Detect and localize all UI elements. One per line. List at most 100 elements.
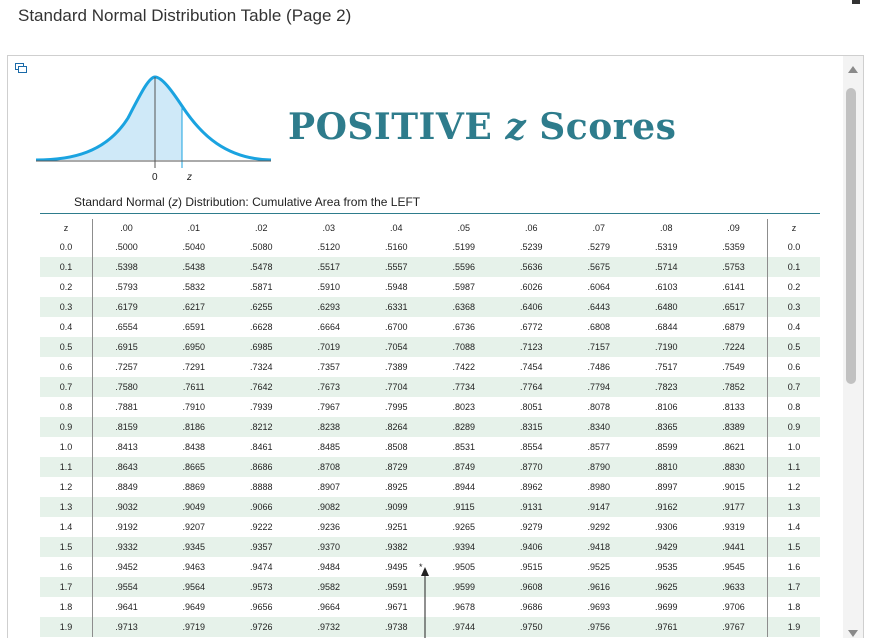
table-cell: .5040 (182, 242, 206, 252)
table-cell: .5517 (295, 257, 363, 277)
vertical-scrollbar[interactable] (843, 56, 863, 638)
table-cell: .7611 (160, 377, 228, 397)
table-cell: .7123 (497, 337, 565, 357)
table-cell: .8888 (249, 482, 273, 492)
subtitle-pre: Standard Normal ( (74, 195, 173, 209)
table-cell: .5910 (317, 282, 341, 292)
column-header: .08 (659, 223, 673, 233)
table-row: 1.5.9332.9345.9357.9370.9382.9394.9406.9… (40, 537, 820, 557)
table-cell: .8186 (160, 417, 228, 437)
curve-label-zero: 0 (152, 172, 158, 183)
table-cell: .5675 (565, 257, 633, 277)
row-z-right: 1.5 (767, 537, 820, 557)
table-cell: .7910 (182, 402, 206, 412)
table-cell: .6293 (295, 297, 363, 317)
table-cell: .8389 (700, 417, 768, 437)
table-cell: .7823 (632, 377, 700, 397)
table-cell: .5080 (249, 242, 273, 252)
row-z-right: 1.2 (767, 477, 820, 497)
table-cell: .9699 (654, 602, 678, 612)
table-cell: .7389 (384, 362, 408, 372)
table-cell: .8686 (227, 457, 295, 477)
table-cell: .9066 (227, 497, 295, 517)
table-cell: .8729 (362, 457, 430, 477)
table-cell: .5636 (497, 257, 565, 277)
row-z-right: 0.7 (767, 377, 820, 397)
table-row: 0.6 .7257 .7291 .7324 .7357 .7389 .7422 .7454 .7… (40, 357, 820, 377)
table-cell: .6879 (722, 322, 745, 332)
table-row: 1.2 .8849 .8869 .8888 .8907 .8925 .8944 .8962 .8… (40, 477, 820, 497)
table-cell: .8925 (384, 482, 408, 492)
table-cell: .5398 (92, 257, 160, 277)
row-z-right: 0.2 (767, 277, 820, 297)
popout-icon[interactable] (15, 63, 27, 73)
table-cell: .9649 (182, 602, 206, 612)
table-cell: .6628 (249, 322, 273, 332)
table-cell: .9370 (295, 537, 363, 557)
table-row: 1.0 .8413 .8438 .8461 .8485 .8508 .8531 .8554 .8… (40, 437, 820, 457)
row-z-left: 1.6 (40, 557, 93, 577)
table-row: 0.3.6179.6217.6255.6293.6331.6368.6406.6… (40, 297, 820, 317)
minimize-icon[interactable] (852, 0, 860, 4)
table-cell: .6368 (430, 297, 498, 317)
table-cell: .7291 (182, 362, 206, 372)
row-z-left: 1.1 (40, 457, 93, 477)
scroll-down-arrow-icon[interactable] (848, 630, 858, 637)
table-cell: .6103 (654, 282, 678, 292)
column-header: .04 (389, 223, 403, 233)
bell-curve-diagram: 0 z (35, 75, 272, 183)
table-cell: .9515 (519, 562, 543, 572)
table-cell: .7157 (565, 337, 633, 357)
table-cell: .8264 (362, 417, 430, 437)
column-header: .00 (120, 223, 133, 233)
table-cell: .8159 (92, 417, 160, 437)
table-cell: .9222 (249, 522, 273, 532)
table-cell: .9719 (160, 617, 228, 637)
table-cell: .8577 (587, 442, 611, 452)
table-cell: .9162 (632, 497, 700, 517)
table-row: 0.7.7580.7611.7642.7673.7704.7734.7764.7… (40, 377, 820, 397)
table-header-row: z .00 .01 .02 .03 .04 .05 .06 .07 .08 .09 z (40, 219, 820, 237)
table-cell: .9192 (115, 522, 138, 532)
row-z-left: 0.2 (40, 277, 93, 297)
table-subtitle: Standard Normal (z) Distribution: Cumula… (74, 195, 420, 209)
row-z-left: 1.4 (40, 517, 93, 537)
table-cell: .8708 (295, 457, 363, 477)
row-z-left: 1.9 (40, 617, 93, 637)
row-z-right: 1.4 (767, 517, 820, 537)
table-cell: .5871 (249, 282, 273, 292)
table-cell: .8907 (317, 482, 341, 492)
table-cell: .8643 (92, 457, 160, 477)
table-cell: .9251 (384, 522, 408, 532)
table-cell: .9306 (654, 522, 678, 532)
table-cell: .9015 (722, 482, 745, 492)
row-z-left: 0.0 (40, 237, 93, 257)
scroll-thumb[interactable] (846, 88, 856, 384)
table-cell: .7704 (362, 377, 430, 397)
table-cell: .9115 (430, 497, 498, 517)
table-cell: .5714 (632, 257, 700, 277)
table-cell: .9441 (700, 537, 768, 557)
table-cell: .9082 (295, 497, 363, 517)
table-cell: .9382 (362, 537, 430, 557)
table-cell: .5793 (115, 282, 138, 292)
table-cell: .8106 (654, 402, 678, 412)
table-cell: .6406 (497, 297, 565, 317)
table-cell: .5832 (182, 282, 206, 292)
table-cell: .9706 (722, 602, 745, 612)
table-cell: .5279 (587, 242, 611, 252)
table-cell: .9545 (722, 562, 745, 572)
scroll-up-arrow-icon[interactable] (848, 66, 858, 73)
row-z-left: 0.1 (40, 257, 93, 277)
table-cell: .9049 (160, 497, 228, 517)
page-heading: POSITIVE z Scores (288, 106, 676, 148)
table-cell: .9207 (182, 522, 206, 532)
table-cell: .5000 (115, 242, 138, 252)
table-cell: .8554 (519, 442, 543, 452)
table-cell: .6736 (452, 322, 476, 332)
table-cell: .6591 (182, 322, 206, 332)
table-cell: .8810 (632, 457, 700, 477)
table-cell: .7673 (295, 377, 363, 397)
table-cell: .9177 (700, 497, 768, 517)
table-cell: .9756 (565, 617, 633, 637)
